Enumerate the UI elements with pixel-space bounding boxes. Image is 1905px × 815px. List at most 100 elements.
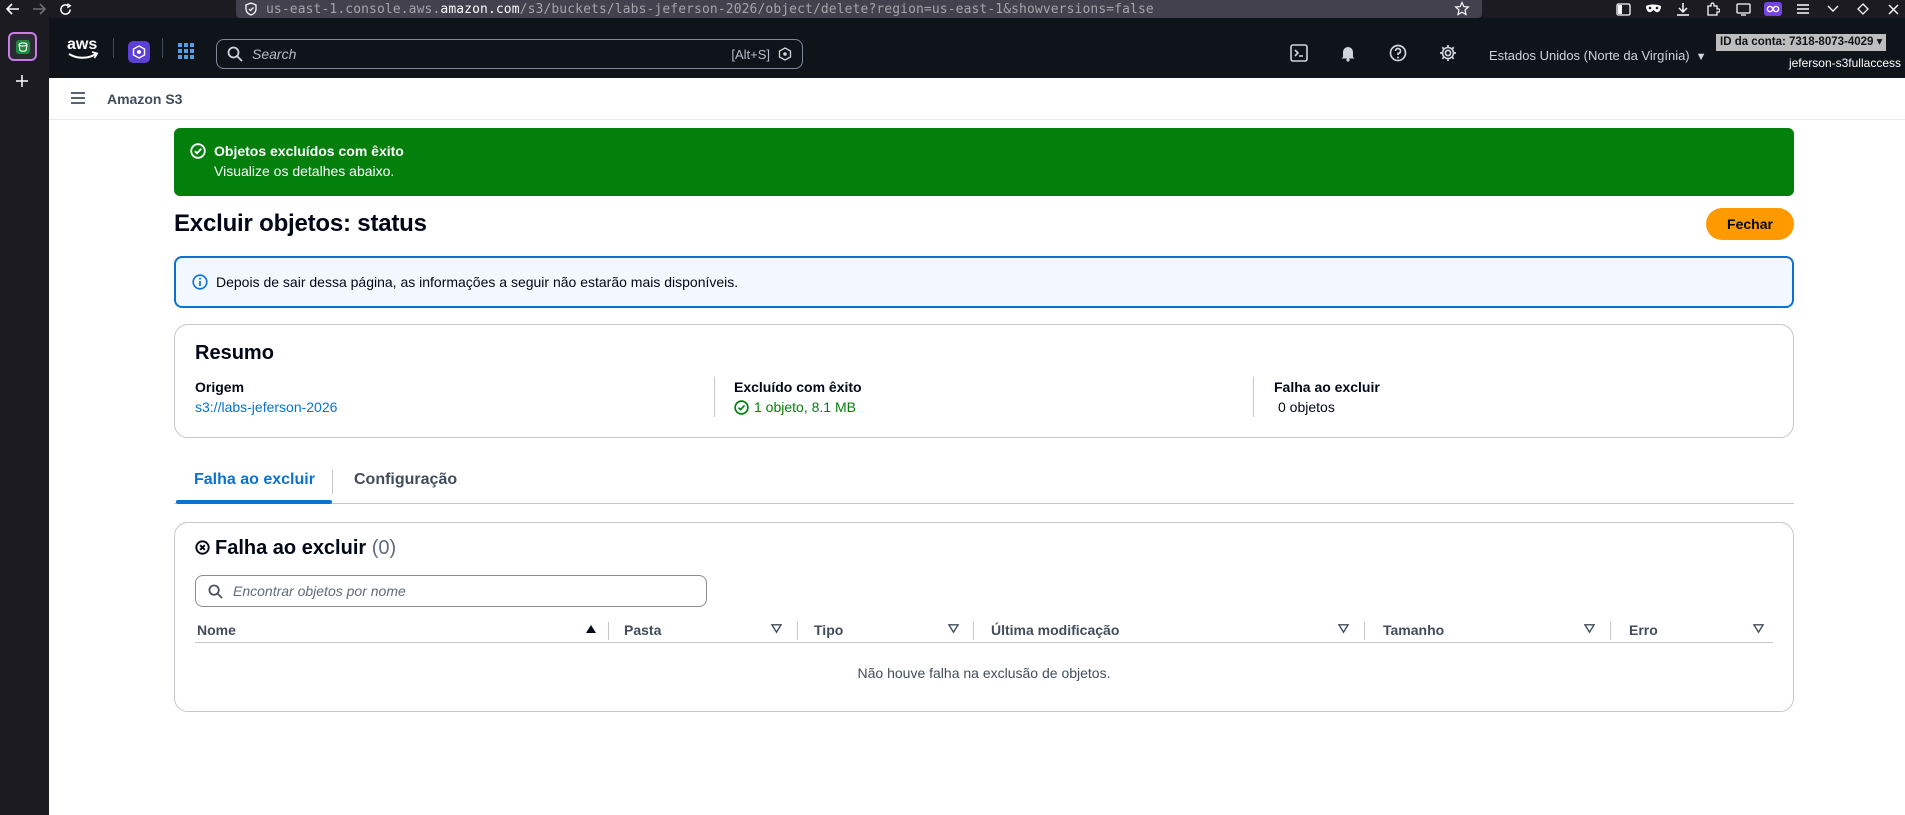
settings-gear-icon[interactable] <box>1439 44 1457 62</box>
table-title: Falha ao excluir (0) <box>215 537 396 560</box>
column-header-folder[interactable]: Pasta <box>624 619 661 641</box>
s3-favicon-icon <box>15 39 30 54</box>
sort-caret-down-icon[interactable] <box>1753 623 1764 634</box>
url-path: /s3/buckets/labs-jeferson-2026/object/de… <box>519 1 1154 17</box>
notifications-bell-icon[interactable] <box>1339 44 1357 62</box>
summary-divider <box>1253 377 1254 417</box>
url-prefix: us-east-1.console.aws. <box>266 1 441 17</box>
url-text[interactable]: us-east-1.console.aws.amazon.com/s3/buck… <box>266 2 1154 17</box>
sidebar-toggle-button[interactable] <box>1613 0 1633 18</box>
side-nav-toggle-icon[interactable] <box>70 91 86 105</box>
url-domain: amazon.com <box>440 1 520 17</box>
column-header-error[interactable]: Erro <box>1629 619 1658 641</box>
vertical-tab-rail <box>0 18 49 815</box>
summary-failed: Falha ao excluir 0 objetos <box>1274 379 1380 415</box>
info-alert: Depois de sair dessa página, as informaç… <box>174 256 1794 308</box>
app-menu-button[interactable] <box>1793 0 1813 18</box>
download-icon <box>1677 3 1689 16</box>
address-bar[interactable]: us-east-1.console.aws.amazon.com/s3/buck… <box>236 0 1482 18</box>
services-menu-button[interactable] <box>178 43 194 59</box>
window-maximize-button[interactable] <box>1853 0 1873 18</box>
column-resizer[interactable] <box>608 622 609 640</box>
sort-ascending-icon[interactable] <box>585 623 597 635</box>
filter-placeholder: Encontrar objetos por nome <box>233 583 406 599</box>
account-id-text: ID da conta: 7318-8073-4029 <box>1720 36 1874 48</box>
table-title-text: Falha ao excluir <box>215 537 367 559</box>
succeeded-status: 1 objeto, 8.1 MB <box>734 399 862 415</box>
column-resizer[interactable] <box>1610 622 1611 640</box>
reload-button[interactable] <box>52 0 78 18</box>
back-button[interactable] <box>0 0 26 18</box>
extension-glasses-icon <box>1764 2 1782 16</box>
summary-divider <box>714 377 715 417</box>
object-filter-input[interactable]: Encontrar objetos por nome <box>195 575 707 607</box>
column-header-name[interactable]: Nome <box>197 619 236 641</box>
search-icon <box>208 584 223 599</box>
source-bucket-link[interactable]: s3://labs-jeferson-2026 <box>195 399 337 415</box>
diamond-icon <box>1857 3 1869 15</box>
result-tabs: Falha ao excluir Configuração <box>174 460 1794 504</box>
tab-divider <box>332 470 333 494</box>
sidebar-icon <box>1615 2 1631 16</box>
aws-logo[interactable]: aws <box>66 33 100 63</box>
info-circle-icon <box>192 274 208 290</box>
account-user[interactable]: jeferson-s3fullaccess <box>1789 56 1901 70</box>
sort-caret-down-icon[interactable] <box>771 623 782 634</box>
amazon-q-button[interactable] <box>128 41 150 63</box>
nav-divider <box>113 38 114 58</box>
screen-icon <box>1735 2 1751 16</box>
cloudshell-icon[interactable] <box>1290 44 1308 62</box>
tab-failed-to-delete[interactable]: Falha ao excluir <box>194 471 315 489</box>
sort-caret-down-icon[interactable] <box>1338 623 1349 634</box>
page-title: Excluir objetos: status <box>174 210 427 237</box>
flash-message: Visualize os detalhes abaixo. <box>214 163 395 179</box>
screenshot-button[interactable] <box>1733 0 1753 18</box>
column-resizer[interactable] <box>797 622 798 640</box>
active-tab[interactable] <box>8 32 37 61</box>
success-check-icon <box>734 399 749 415</box>
column-header-size[interactable]: Tamanho <box>1383 619 1444 641</box>
new-tab-button[interactable] <box>11 70 33 92</box>
chevron-down-icon <box>1827 5 1839 12</box>
close-button[interactable]: Fechar <box>1706 208 1794 240</box>
column-resizer[interactable] <box>1364 622 1365 640</box>
window-minimize-button[interactable] <box>1823 0 1843 18</box>
succeeded-value: 1 objeto, 8.1 MB <box>754 399 856 415</box>
region-label: Estados Unidos (Norte da Virgínia) <box>1489 48 1690 63</box>
arrow-left-icon <box>6 3 19 15</box>
svg-text:aws: aws <box>67 36 97 53</box>
aws-logo-icon: aws <box>67 36 99 59</box>
active-tab-indicator <box>176 500 332 504</box>
region-selector[interactable]: Estados Unidos (Norte da Virgínia) ▼ <box>1489 48 1707 63</box>
column-header-type[interactable]: Tipo <box>814 619 843 641</box>
succeeded-label: Excluído com êxito <box>734 379 862 395</box>
forward-button[interactable] <box>26 0 52 18</box>
summary-container: Resumo Origem s3://labs-jeferson-2026 Ex… <box>174 324 1794 438</box>
tab-configuration[interactable]: Configuração <box>354 471 457 489</box>
column-header-last-modified[interactable]: Última modificação <box>991 619 1119 641</box>
mask-icon <box>1645 4 1661 13</box>
bookmark-star-icon[interactable] <box>1454 1 1470 17</box>
site-info-shield-icon[interactable] <box>244 2 258 16</box>
search-shortcut: [Alt+S] <box>731 46 770 62</box>
caret-down-icon: ▼ <box>1695 51 1707 63</box>
browser-toolbar: us-east-1.console.aws.amazon.com/s3/buck… <box>0 0 1905 18</box>
source-label: Origem <box>195 379 245 395</box>
sort-caret-down-icon[interactable] <box>948 623 959 634</box>
window-close-button[interactable] <box>1883 0 1903 18</box>
help-icon[interactable] <box>1389 44 1407 62</box>
account-id-badge[interactable]: ID da conta: 7318-8073-4029 ▾ <box>1716 34 1887 51</box>
downloads-button[interactable] <box>1673 0 1693 18</box>
arrow-right-icon <box>33 3 46 15</box>
hexagon-shield-icon <box>132 45 146 59</box>
console-search-input[interactable]: Search [Alt+S] <box>216 39 803 69</box>
extensions-button[interactable] <box>1703 0 1723 18</box>
column-resizer[interactable] <box>973 622 974 640</box>
success-flashbar: Objetos excluídos com êxito Visualize os… <box>174 128 1794 196</box>
sort-caret-down-icon[interactable] <box>1584 623 1595 634</box>
nav-divider <box>162 38 163 58</box>
private-mask-button[interactable] <box>1643 0 1663 18</box>
failed-value: 0 objetos <box>1278 399 1335 415</box>
extension-purple-button[interactable] <box>1763 0 1783 18</box>
service-name[interactable]: Amazon S3 <box>107 91 182 107</box>
